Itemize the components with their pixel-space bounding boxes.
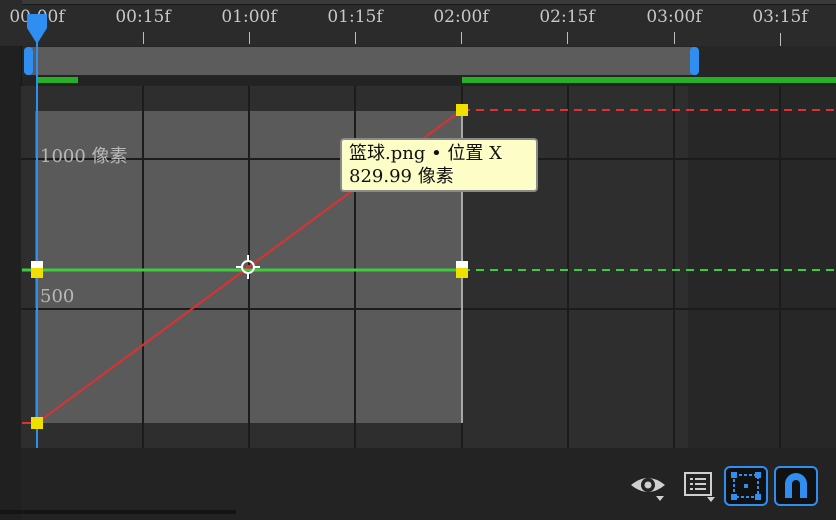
timeline-scrollbar-thumb[interactable] <box>26 47 698 75</box>
ruler-label: 02:00f <box>433 7 489 27</box>
ruler-tick <box>143 32 144 44</box>
ruler-tick <box>355 32 356 44</box>
out-of-range-region <box>688 86 836 448</box>
ruler-label: 00:15f <box>115 7 171 27</box>
fit-selection-button[interactable] <box>724 466 768 506</box>
ruler-tick <box>461 32 462 44</box>
ruler-tick <box>567 32 568 44</box>
ruler-label: 01:00f <box>221 7 277 27</box>
grid-line <box>673 86 675 448</box>
grid-line <box>21 308 836 310</box>
ruler-top-border <box>22 0 836 5</box>
ruler-tick <box>674 32 675 44</box>
ruler-label: 02:15f <box>539 7 595 27</box>
fit-selection-icon <box>731 472 761 500</box>
ruler-label: 03:15f <box>752 7 808 27</box>
scrollbar-left-handle[interactable] <box>24 47 33 75</box>
grid-line <box>142 86 144 448</box>
magnet-snap-icon <box>785 473 807 498</box>
grid-line <box>567 86 569 448</box>
ruler-label: 03:00f <box>646 7 702 27</box>
eye-visibility-icon <box>631 478 665 501</box>
show-properties-button[interactable] <box>626 466 670 506</box>
scrollbar-right-handle[interactable] <box>690 47 699 75</box>
left-edge-panel <box>0 0 22 520</box>
grid-line <box>779 86 781 448</box>
tooltip-value: 829.99 像素 <box>349 166 454 187</box>
ruler-tick <box>249 32 250 44</box>
panel-divider <box>0 510 236 514</box>
value-axis-label: 500 <box>40 286 75 307</box>
ruler-label: 01:15f <box>327 7 383 27</box>
tooltip-title: 篮球.png • 位置 X <box>349 143 502 164</box>
work-area-indicator <box>462 77 836 83</box>
value-tooltip: 篮球.png • 位置 X 829.99 像素 <box>340 138 538 192</box>
value-axis-label: 1000 像素 <box>40 146 128 167</box>
work-area-indicator <box>38 77 78 83</box>
list-menu-icon <box>684 472 715 502</box>
ruler-label: 00:00f <box>9 7 65 27</box>
snapping-toggle-button[interactable] <box>774 466 818 506</box>
graph-options-button[interactable] <box>678 466 722 506</box>
grid-line <box>248 86 250 448</box>
